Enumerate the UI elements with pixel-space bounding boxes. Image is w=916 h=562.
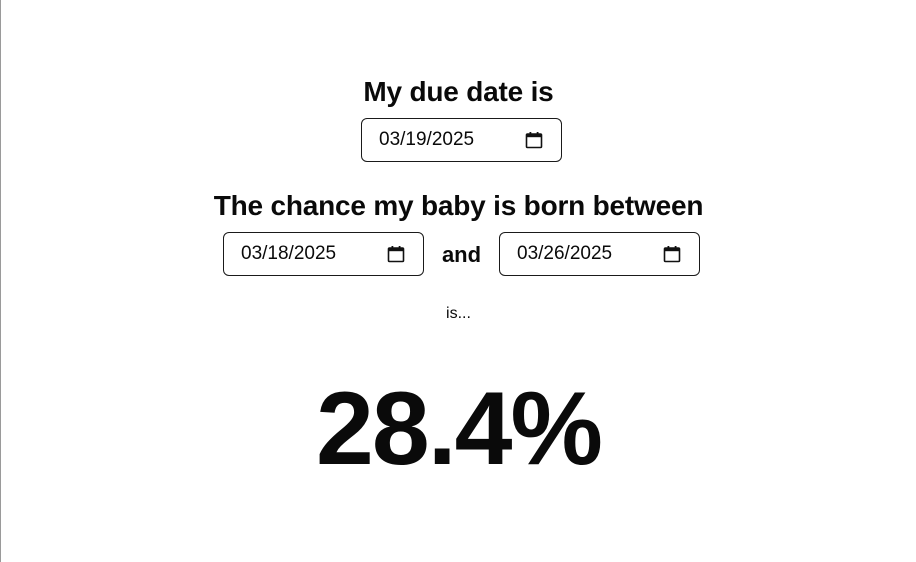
end-date-input[interactable]: 03/26/2025 [499,232,700,276]
calendar-icon[interactable] [663,245,681,263]
due-date-value: 03/19/2025 [379,129,475,150]
calendar-icon[interactable] [525,131,543,149]
start-date-input[interactable]: 03/18/2025 [223,232,424,276]
result-intro: is... [446,305,471,322]
start-date-value: 03/18/2025 [241,243,337,264]
and-label: and [441,242,482,267]
due-date-heading: My due date is [363,76,554,107]
end-date-value: 03/26/2025 [517,243,613,264]
due-date-input[interactable]: 03/19/2025 [361,118,562,162]
calendar-icon[interactable] [387,245,405,263]
result-percentage: 28.4% [316,371,603,487]
page: My due date is 03/19/2025 The chance my … [0,0,916,562]
range-heading: The chance my baby is born between [213,190,704,221]
